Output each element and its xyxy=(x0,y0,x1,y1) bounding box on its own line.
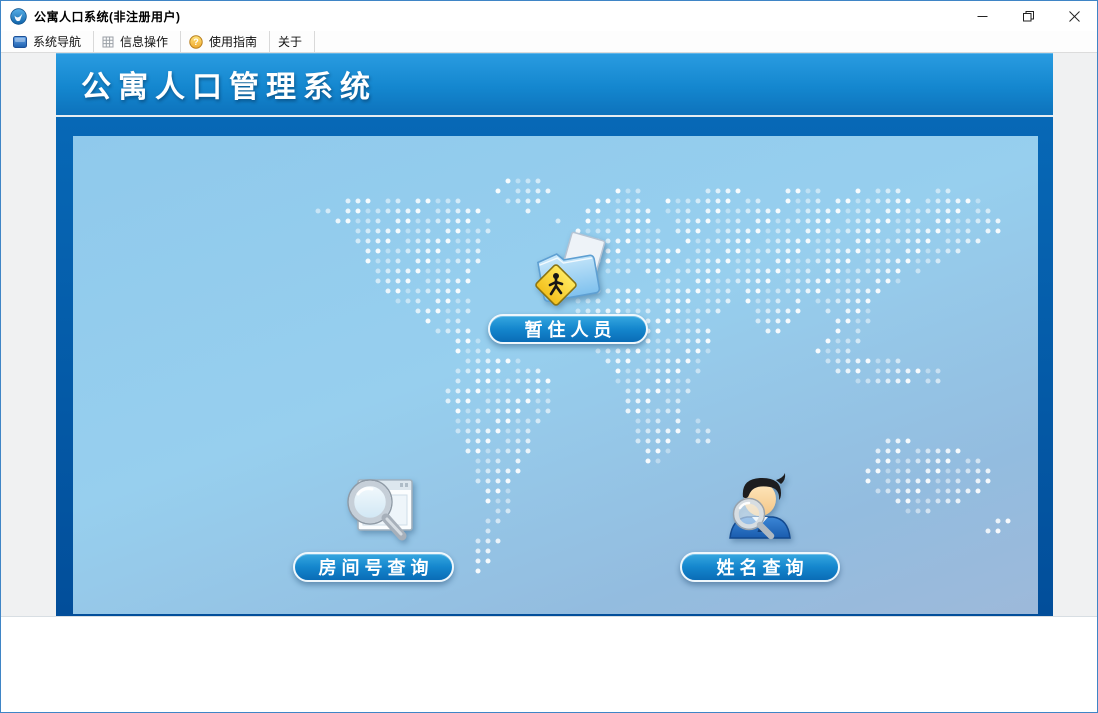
window-magnifier-icon[interactable] xyxy=(334,466,418,548)
menu-item-label: 系统导航 xyxy=(33,35,82,49)
main-panel: 公寓人口管理系统 暂住人员 房间号查询 姓名查询 xyxy=(56,53,1053,616)
menu-item-info-operations[interactable]: 信息操作 xyxy=(94,31,182,52)
help-ball-icon: ? xyxy=(189,34,203,49)
minimize-icon xyxy=(977,15,987,17)
window-controls xyxy=(959,1,1097,31)
panel-frame: 暂住人员 房间号查询 姓名查询 xyxy=(56,117,1053,616)
room-number-query-button[interactable]: 房间号查询 xyxy=(293,552,454,582)
banner: 公寓人口管理系统 xyxy=(56,53,1053,117)
app-logo-icon xyxy=(10,7,27,25)
world-map-area: 暂住人员 房间号查询 姓名查询 xyxy=(73,136,1038,614)
grid-icon xyxy=(102,36,114,48)
menu-item-user-guide[interactable]: ? 使用指南 xyxy=(181,31,271,52)
nav-square-icon xyxy=(13,35,27,48)
restore-icon xyxy=(1022,10,1034,21)
minimize-button[interactable] xyxy=(959,1,1005,31)
menu-item-system-nav[interactable]: 系统导航 xyxy=(5,31,95,52)
title-bar: 公寓人口系统(非注册用户) xyxy=(1,1,1097,31)
app-window: 公寓人口系统(非注册用户) 系统导航 信息操作 ? 使用指南 关于 公寓人口管理… xyxy=(0,0,1098,713)
svg-text:?: ? xyxy=(193,37,199,47)
close-icon xyxy=(1068,10,1080,22)
menu-item-about[interactable]: 关于 xyxy=(270,31,316,52)
person-magnifier-icon[interactable] xyxy=(716,464,802,548)
menu-item-label: 信息操作 xyxy=(120,35,169,49)
menu-bar: 系统导航 信息操作 ? 使用指南 关于 xyxy=(1,31,1097,53)
temporary-residents-button[interactable]: 暂住人员 xyxy=(488,314,648,344)
restore-button[interactable] xyxy=(1005,1,1051,31)
name-query-button[interactable]: 姓名查询 xyxy=(680,552,840,582)
close-button[interactable] xyxy=(1051,1,1097,31)
dotted-world-map xyxy=(315,178,1011,574)
menu-item-label: 使用指南 xyxy=(209,35,258,49)
window-title: 公寓人口系统(非注册用户) xyxy=(34,9,181,24)
folder-pedestrian-icon[interactable] xyxy=(525,230,609,314)
banner-title: 公寓人口管理系统 xyxy=(81,71,377,104)
menu-item-label: 关于 xyxy=(278,35,303,49)
